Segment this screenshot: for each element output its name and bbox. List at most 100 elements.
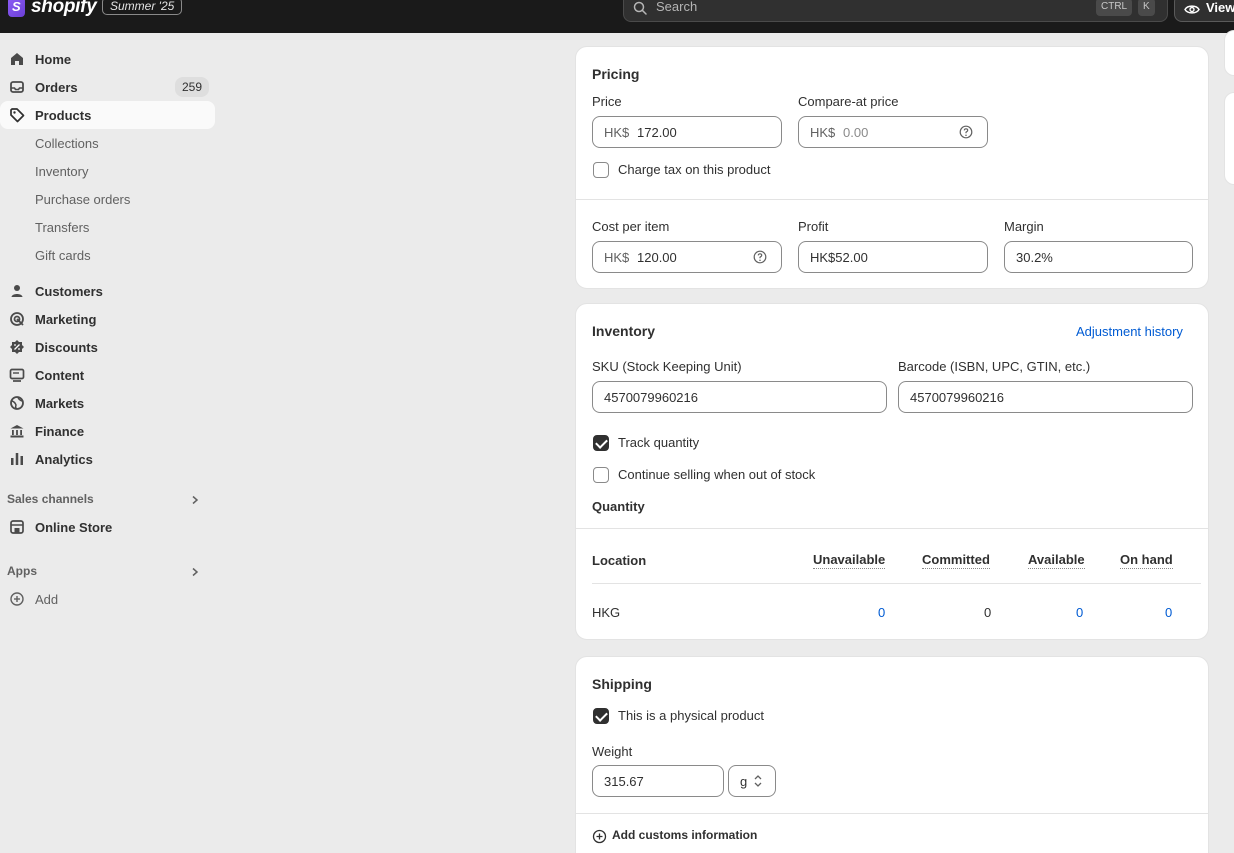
search-bar[interactable]: Search CTRL K [623,0,1168,22]
charge-tax-checkbox[interactable] [593,162,609,178]
sidebar-item-label: Marketing [35,311,97,327]
add-customs-information-button[interactable]: Add customs information [592,828,762,846]
barcode-label: Barcode (ISBN, UPC, GTIN, etc.) [898,359,1091,374]
sidebar-item-online-store[interactable]: Online Store [0,513,215,541]
sidebar-item-finance[interactable]: Finance [0,417,215,445]
apps-heading[interactable]: Apps [7,564,37,578]
chevron-right-icon[interactable] [190,567,200,577]
sidebar-item-markets[interactable]: Markets [0,389,215,417]
view-store-label: View [1206,0,1234,15]
sidebar-item-label: Home [35,51,72,67]
bar-chart-icon [11,453,23,465]
quantity-heading: Quantity [592,499,645,514]
shopify-logo[interactable]: shopify [8,0,97,18]
help-icon[interactable] [753,250,767,264]
sidebar-item-label: Online Store [35,519,113,535]
sidebar-item-transfers[interactable]: Transfers [0,213,215,241]
pricing-card: Pricing Price HK$ 172.00 Compare-at pric… [575,46,1209,289]
margin-value: 30.2% [1016,250,1053,265]
sidebar-item-home[interactable]: Home [0,45,215,73]
sidebar-item-products[interactable]: Products [0,101,215,129]
sidebar-item-discounts[interactable]: Discounts [0,333,215,361]
weight-unit-select[interactable]: g [728,765,776,797]
inventory-title: Inventory [592,323,656,339]
sku-label: SKU (Stock Keeping Unit) [592,359,742,374]
profit-value: HK$52.00 [810,250,868,265]
sidebar-item-label: Analytics [35,451,93,467]
store-icon [10,520,24,534]
sidebar-item-add-app[interactable]: Add [0,585,215,613]
divider [576,528,1208,529]
on-hand-cell[interactable]: 0 [1165,605,1172,620]
shipping-card: Shipping This is a physical product Weig… [575,656,1209,853]
continue-selling-label: Continue selling when out of stock [618,467,816,482]
shopify-bag-icon [8,0,25,17]
weight-input[interactable]: 315.67 [592,765,724,797]
logo-text: shopify [31,0,97,17]
divider [576,813,1208,814]
on-hand-column-header[interactable]: On hand [1120,552,1173,569]
sidebar-item-inventory[interactable]: Inventory [0,157,215,185]
search-icon [633,1,647,15]
available-column-header[interactable]: Available [1028,552,1085,569]
physical-product-checkbox[interactable] [593,708,609,724]
edition-badge[interactable]: Summer '25 [102,0,183,15]
sku-input[interactable]: 4570079960216 [592,381,887,413]
track-quantity-checkbox[interactable] [593,435,609,451]
sidebar-item-gift-cards[interactable]: Gift cards [0,241,215,269]
view-store-button[interactable]: View [1174,0,1234,22]
sidebar-item-customers[interactable]: Customers [0,277,215,305]
tag-icon [10,108,25,123]
continue-selling-checkbox[interactable] [593,467,609,483]
sidebar-item-purchase-orders[interactable]: Purchase orders [0,185,215,213]
committed-cell: 0 [984,605,992,620]
help-icon[interactable] [959,125,973,139]
committed-column-header[interactable]: Committed [922,552,990,569]
add-customs-label: Add customs information [612,828,758,842]
sidebar-item-orders[interactable]: Orders 259 [0,73,215,101]
price-label: Price [592,94,622,109]
sidebar-item-collections[interactable]: Collections [0,129,215,157]
cost-per-item-input[interactable]: HK$ 120.00 [592,241,782,273]
sidebar-item-label: Customers [35,283,103,299]
top-bar: shopify Summer '25 Search CTRL K View [0,0,1234,33]
barcode-input[interactable]: 4570079960216 [898,381,1193,413]
available-cell[interactable]: 0 [1076,605,1083,620]
shortcut-k-key: K [1138,0,1155,16]
chevron-right-icon[interactable] [190,495,200,505]
adjustment-history-link[interactable]: Adjustment history [1076,324,1183,339]
sidebar-item-label: Inventory [35,163,89,179]
side-card-partial [1224,30,1234,76]
content-icon [9,368,25,382]
sidebar: Home Orders 259 Products Collections Inv… [0,33,227,853]
sidebar-item-label: Discounts [35,339,98,355]
barcode-value: 4570079960216 [910,390,1004,405]
cost-per-item-value: 120.00 [637,250,677,265]
sidebar-item-label: Orders [35,79,78,95]
sidebar-item-label: Content [35,367,85,383]
compare-at-price-label: Compare-at price [798,94,899,109]
sales-channels-heading[interactable]: Sales channels [7,492,94,506]
bank-icon [10,425,24,438]
sidebar-item-content[interactable]: Content [0,361,215,389]
charge-tax-label: Charge tax on this product [618,162,771,177]
sidebar-item-label: Products [35,107,92,123]
unavailable-column-header[interactable]: Unavailable [813,552,886,569]
sidebar-item-marketing[interactable]: Marketing [0,305,215,333]
home-icon [11,53,23,65]
unavailable-cell[interactable]: 0 [878,605,885,620]
sku-value: 4570079960216 [604,390,698,405]
price-value: 172.00 [637,125,677,140]
location-cell: HKG [592,605,621,620]
compare-at-price-input[interactable]: HK$ 0.00 [798,116,988,148]
sidebar-item-label: Purchase orders [35,191,131,207]
sidebar-item-label: Collections [35,135,99,151]
price-input[interactable]: HK$ 172.00 [592,116,782,148]
profit-field: HK$52.00 [798,241,988,273]
weight-value: 315.67 [604,774,644,789]
target-icon [10,312,24,326]
sidebar-item-analytics[interactable]: Analytics [0,445,215,473]
person-icon [11,285,23,297]
compare-currency-prefix: HK$ [810,125,836,140]
cost-per-item-label: Cost per item [592,219,670,234]
